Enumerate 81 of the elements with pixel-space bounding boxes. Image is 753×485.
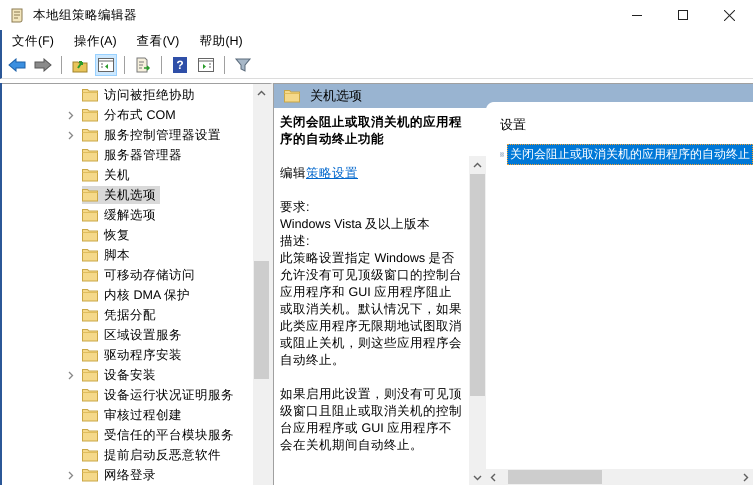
folder-icon (82, 368, 98, 382)
action-pane-icon (198, 58, 214, 72)
folder-icon (82, 108, 98, 122)
tree-item[interactable]: 提前启动反恶意软件 (82, 446, 225, 464)
folder-icon (82, 428, 98, 442)
horizontal-scrollbar[interactable] (486, 469, 753, 485)
tree-item[interactable]: 内核 DMA 保护 (82, 286, 194, 304)
scroll-up-icon[interactable] (473, 162, 482, 168)
tree-item[interactable]: 访问被拒绝协助 (82, 86, 199, 104)
menu-item[interactable]: 帮助(H) (199, 32, 243, 50)
tree-item[interactable]: 设备安装 (82, 366, 160, 384)
tree-item[interactable]: 审核过程创建 (82, 406, 186, 424)
tree-item[interactable]: 区域设置服务 (82, 326, 186, 344)
expand-chevron-icon[interactable] (68, 470, 74, 480)
expand-chevron-icon[interactable] (68, 130, 74, 140)
close-icon[interactable] (724, 10, 735, 20)
menu-item[interactable]: 文件(F) (12, 32, 54, 50)
folder-icon (82, 448, 98, 462)
toolbar-button[interactable] (95, 54, 117, 76)
folder-icon (82, 308, 98, 322)
folder-icon (82, 388, 98, 402)
folder-icon (82, 188, 98, 202)
folder-icon (82, 128, 98, 142)
requirements-text: Windows Vista 及以上版本 (280, 216, 432, 233)
folder-icon (82, 468, 98, 482)
tree-item[interactable]: 缓解选项 (82, 206, 160, 224)
scroll-up-icon[interactable] (257, 90, 266, 96)
folder-icon (82, 328, 98, 342)
description-paragraph: 如果启用此设置，则没有可见顶级窗口且阻止或取消关机的控制台应用程序或 GUI 应用程序不会在关机期间自动终止。 (280, 386, 463, 454)
window-title: 本地组策略编辑器 (33, 6, 137, 24)
tree-item[interactable]: 服务器管理器 (82, 146, 186, 164)
scroll-app-icon (9, 7, 25, 23)
tree-item[interactable]: 脚本 (82, 246, 134, 264)
menu-item[interactable]: 操作(A) (74, 32, 117, 50)
folder-icon (82, 288, 98, 302)
forward-arrow-icon (34, 58, 52, 72)
scroll-left-icon[interactable] (490, 472, 496, 482)
back-arrow-icon (8, 58, 26, 72)
vertical-scrollbar[interactable] (469, 156, 486, 485)
edit-label: 编辑 (280, 166, 306, 180)
filter-icon (235, 57, 251, 73)
description-label: 描述: (280, 233, 310, 250)
folder-icon (82, 408, 98, 422)
expand-chevron-icon[interactable] (68, 370, 74, 380)
folder-icon (82, 248, 98, 262)
scroll-down-icon[interactable] (473, 475, 482, 481)
tree-item[interactable]: 网络登录 (82, 466, 160, 484)
policy-settings-link[interactable]: 策略设置 (306, 166, 358, 180)
folder-icon (82, 348, 98, 362)
help-icon: ? (173, 57, 187, 73)
folder-icon (284, 89, 300, 103)
requirements-label: 要求: (280, 199, 310, 216)
folder-icon (82, 208, 98, 222)
folder-icon (82, 88, 98, 102)
policy-title: 关闭会阻止或取消关机的应用程序的自动终止功能 (280, 114, 463, 148)
tree-item[interactable]: 设备运行状况证明服务 (82, 386, 238, 404)
folder-icon (82, 168, 98, 182)
tree-item[interactable]: 分布式 COM (82, 106, 180, 124)
setting-row[interactable]: 关闭会阻止或取消关机的应用程序的自动终止 (507, 144, 753, 165)
tree-item[interactable]: 恢复 (82, 226, 134, 244)
tree-item[interactable]: 关机 (82, 166, 134, 184)
column-header[interactable]: 设置 (486, 102, 753, 138)
tree-item[interactable]: 服务控制管理器设置 (82, 126, 225, 144)
maximize-icon[interactable] (678, 10, 688, 20)
export-list-icon (135, 57, 151, 73)
menu-item[interactable]: 查看(V) (136, 32, 180, 50)
toolbar-button[interactable]: ? (169, 54, 191, 76)
tree-item[interactable]: 驱动程序安装 (82, 346, 186, 364)
folder-icon (82, 228, 98, 242)
pane-title: 关机选项 (310, 87, 362, 105)
folder-icon (82, 268, 98, 282)
vertical-scrollbar[interactable] (253, 84, 270, 485)
scroll-right-icon[interactable] (743, 472, 749, 482)
expand-chevron-icon[interactable] (68, 110, 74, 120)
description-paragraph: 此策略设置指定 Windows 是否允许没有可见顶级窗口的控制台应用程序和 GUI 应用程序阻止或取消关机。默认情况下，如果此类应用程序无限期地试图取消或阻止关机，则这些应用程序会自动终止。 (280, 250, 463, 369)
tree-item[interactable]: 受信任的平台模块服务 (82, 426, 238, 444)
folder-icon (82, 148, 98, 162)
tree-item[interactable]: 可移动存储访问 (82, 266, 199, 284)
tree-item[interactable]: 凭据分配 (82, 306, 160, 324)
console-tree-icon (98, 58, 114, 72)
tree-item[interactable]: 关机选项 (82, 186, 160, 204)
